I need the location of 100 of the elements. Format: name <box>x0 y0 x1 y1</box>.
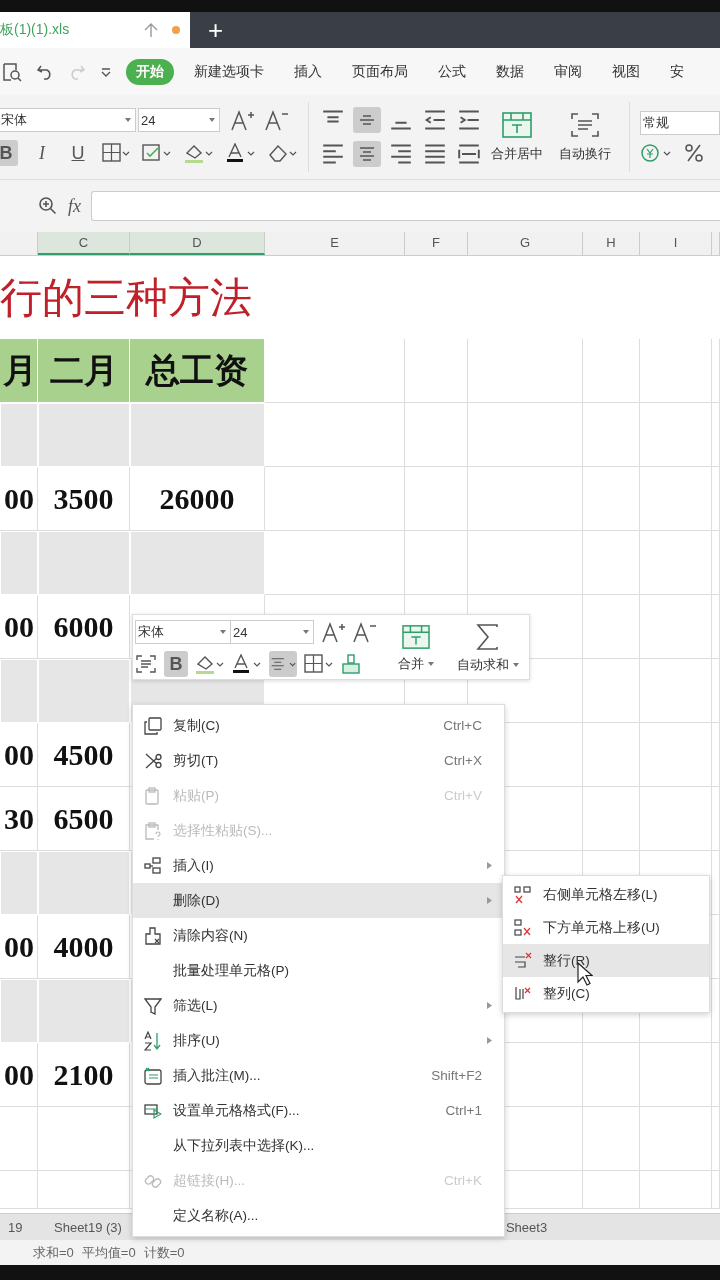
menu-item[interactable]: 复制(C) Ctrl+C <box>133 708 504 743</box>
insert-cells-icon <box>144 856 162 875</box>
fill-color-icon[interactable] <box>195 654 225 674</box>
font-color-icon[interactable] <box>226 143 256 163</box>
menu-item[interactable]: 从下拉列表中选择(K)... <box>133 1128 504 1163</box>
wrap-text-icon[interactable] <box>135 654 157 674</box>
decrease-font-icon[interactable] <box>352 621 376 643</box>
copy-icon <box>144 716 162 735</box>
menu-item[interactable]: 插入批注(M)... Shift+F2 <box>133 1058 504 1093</box>
status-text: 求和=0 <box>33 1243 74 1262</box>
borders-icon[interactable] <box>102 143 130 163</box>
filter-icon <box>144 996 162 1015</box>
menu-item[interactable]: 整行(R) <box>503 944 709 977</box>
format-cells-icon <box>144 1101 162 1120</box>
table-header-cell: 总工资 <box>130 339 265 403</box>
autosum-button[interactable]: 自动求和 <box>448 622 527 674</box>
menu-item[interactable]: 右侧单元格左移(L) <box>503 878 709 911</box>
delete-column-icon <box>514 984 532 1003</box>
submenu-arrow-icon <box>487 897 492 904</box>
dropdown-icon[interactable] <box>100 65 112 78</box>
merge-cells-icon <box>401 623 432 650</box>
function-label[interactable]: fx <box>68 195 81 217</box>
menu-tab[interactable]: 审阅 <box>544 58 592 85</box>
number-format-select[interactable]: 常规 <box>640 111 720 135</box>
clipboard-icon <box>144 821 162 840</box>
format-button[interactable]: U <box>66 140 90 166</box>
bold-button[interactable]: B <box>164 651 188 677</box>
font-select[interactable]: 宋体 <box>135 620 231 644</box>
menu-tab[interactable]: 页面布局 <box>342 58 418 85</box>
submenu-arrow-icon <box>487 1037 492 1044</box>
delete-shift-left-icon <box>514 885 532 904</box>
merge-cells-icon <box>501 111 533 139</box>
format-button[interactable]: B <box>0 140 18 166</box>
merge-button[interactable]: 合并 <box>390 623 443 673</box>
menu-item[interactable]: 剪切(T) Ctrl+X <box>133 743 504 778</box>
menu-item[interactable]: 排序(U) <box>133 1023 504 1058</box>
borders-icon[interactable] <box>304 654 334 674</box>
menu-item[interactable]: 设置单元格格式(F)... Ctrl+1 <box>133 1093 504 1128</box>
caret-icon <box>512 662 519 667</box>
column-header[interactable]: H <box>583 232 640 255</box>
upload-icon[interactable] <box>144 22 158 38</box>
column-header[interactable]: F <box>405 232 468 255</box>
submenu-arrow-icon <box>487 1002 492 1009</box>
formula-input[interactable] <box>91 191 720 221</box>
menu-item[interactable]: 插入(I) <box>133 848 504 883</box>
new-tab-button[interactable]: + <box>190 12 242 48</box>
delete-shift-up-icon <box>514 918 532 937</box>
table-cell: 2100 <box>38 1043 130 1107</box>
align-middle-icon[interactable] <box>353 107 381 133</box>
menu-tab[interactable]: 数据 <box>486 58 534 85</box>
zoom-icon[interactable] <box>38 196 58 216</box>
menu-item[interactable]: 下方单元格上移(U) <box>503 911 709 944</box>
align-center-icon[interactable] <box>353 141 381 167</box>
column-header[interactable]: G <box>468 232 583 255</box>
increase-font-icon[interactable] <box>230 109 254 131</box>
sheet-tab[interactable]: 19 <box>0 1219 36 1235</box>
comment-icon <box>144 1066 162 1085</box>
eraser-icon[interactable] <box>268 143 298 163</box>
menu-item[interactable]: 定义名称(A)... <box>133 1198 504 1233</box>
percent-icon[interactable] <box>684 143 704 163</box>
font-select[interactable]: 宋体 <box>0 108 136 132</box>
menu-tab[interactable]: 视图 <box>602 58 650 85</box>
font-color-icon[interactable] <box>232 654 262 674</box>
conditional-format-icon[interactable] <box>142 143 172 163</box>
format-painter-icon[interactable] <box>341 654 361 674</box>
column-header[interactable]: D <box>130 232 265 255</box>
increase-font-icon[interactable] <box>321 621 345 643</box>
table-cell: 00 <box>0 1043 38 1107</box>
decrease-font-icon[interactable] <box>264 109 288 131</box>
status-text: 计数=0 <box>143 1243 185 1262</box>
sigma-icon <box>474 622 501 651</box>
wrap-text-button[interactable]: 自动换行 <box>551 111 619 163</box>
print-preview-icon[interactable] <box>2 61 22 82</box>
column-header[interactable]: C <box>38 232 130 255</box>
menu-tab[interactable]: 安 <box>660 58 694 85</box>
menu-item[interactable]: 筛选(L) <box>133 988 504 1023</box>
menu-tab[interactable]: 插入 <box>284 58 332 85</box>
sheet-title: 行的三种方法 <box>0 273 252 323</box>
align-center-icon[interactable] <box>269 651 297 677</box>
merge-center-button[interactable]: 合并居中 <box>483 111 551 163</box>
font-size-select[interactable]: 24 <box>230 620 314 644</box>
table-cell: 00 <box>0 723 38 787</box>
menu-tab[interactable]: 公式 <box>428 58 476 85</box>
sheet-tab[interactable]: Sheet19 (3) <box>36 1219 130 1235</box>
table-header-cell: 二月 <box>38 339 130 403</box>
menu-item[interactable]: 批量处理单元格(P) <box>133 953 504 988</box>
menu-item[interactable]: 清除内容(N) <box>133 918 504 953</box>
format-button[interactable]: I <box>30 140 54 166</box>
font-size-select[interactable]: 24 <box>138 108 220 132</box>
menu-item[interactable]: 删除(D) <box>133 883 504 918</box>
menu-item[interactable]: 整列(C) <box>503 977 709 1010</box>
submenu-arrow-icon <box>487 862 492 869</box>
clipboard-icon <box>144 786 162 805</box>
eraser-icon <box>144 926 162 945</box>
table-cell: 4500 <box>38 723 130 787</box>
column-header[interactable]: E <box>265 232 405 255</box>
fill-color-icon[interactable] <box>184 143 214 163</box>
column-header[interactable]: I <box>640 232 712 255</box>
menu-tab[interactable]: 新建选项卡 <box>184 58 274 85</box>
sort-icon <box>144 1030 162 1051</box>
